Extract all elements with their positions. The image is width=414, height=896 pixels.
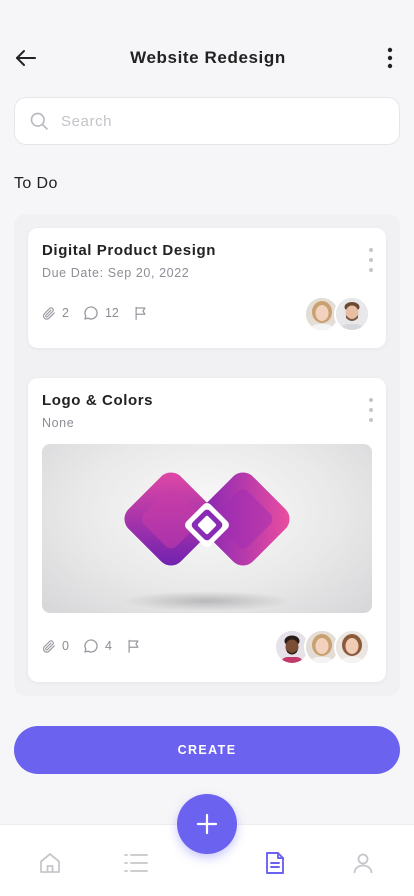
paperclip-icon (42, 306, 55, 320)
more-vertical-icon (387, 47, 393, 69)
search-icon (30, 112, 48, 130)
back-button[interactable] (12, 44, 40, 72)
task-due-date: None (42, 416, 75, 430)
flag-icon (135, 306, 146, 320)
task-title: Logo & Colors (42, 392, 154, 409)
page-title: Website Redesign (130, 48, 286, 67)
flag-button[interactable] (126, 638, 147, 654)
home-icon (40, 853, 60, 873)
section-title-todo: To Do (14, 175, 58, 192)
flag-icon (128, 639, 139, 653)
task-card[interactable]: Digital Product Design Due Date: Sep 20,… (28, 228, 386, 348)
assignee-avatars (274, 629, 370, 665)
avatar (334, 296, 370, 332)
task-meta: 0 4 (42, 638, 161, 654)
comment-count: 12 (83, 305, 119, 321)
attachment-count: 2 (42, 306, 69, 321)
task-meta: 2 12 (42, 305, 168, 321)
flag-button[interactable] (133, 305, 154, 321)
comment-icon (84, 306, 98, 320)
document-icon (266, 852, 284, 874)
card-menu-button[interactable] (364, 398, 378, 422)
plus-icon (196, 813, 218, 835)
arrow-left-icon (16, 50, 36, 66)
nav-documents[interactable] (261, 849, 289, 877)
create-button[interactable]: CREATE (14, 726, 400, 774)
comment-icon (84, 639, 98, 653)
add-task-fab[interactable] (177, 794, 237, 854)
task-due-date: Due Date: Sep 20, 2022 (42, 266, 190, 280)
attachment-count: 0 (42, 639, 69, 654)
search-bar[interactable] (14, 97, 400, 145)
logo-preview-graphic (122, 472, 292, 611)
task-image-preview[interactable] (42, 444, 372, 613)
app-header: Website Redesign (0, 36, 414, 80)
nav-profile[interactable] (349, 849, 377, 877)
list-icon (124, 854, 148, 872)
profile-icon (353, 853, 373, 874)
task-title: Digital Product Design (42, 242, 217, 259)
avatar (334, 629, 370, 665)
nav-home[interactable] (36, 849, 64, 877)
paperclip-icon (42, 639, 55, 653)
nav-list[interactable] (122, 849, 150, 877)
assignee-avatars (304, 296, 370, 332)
comment-count: 4 (83, 638, 112, 654)
card-menu-button[interactable] (364, 248, 378, 272)
task-card[interactable]: Logo & Colors None 0 4 (28, 378, 386, 682)
search-input[interactable] (61, 112, 361, 130)
more-options-button[interactable] (376, 44, 404, 72)
